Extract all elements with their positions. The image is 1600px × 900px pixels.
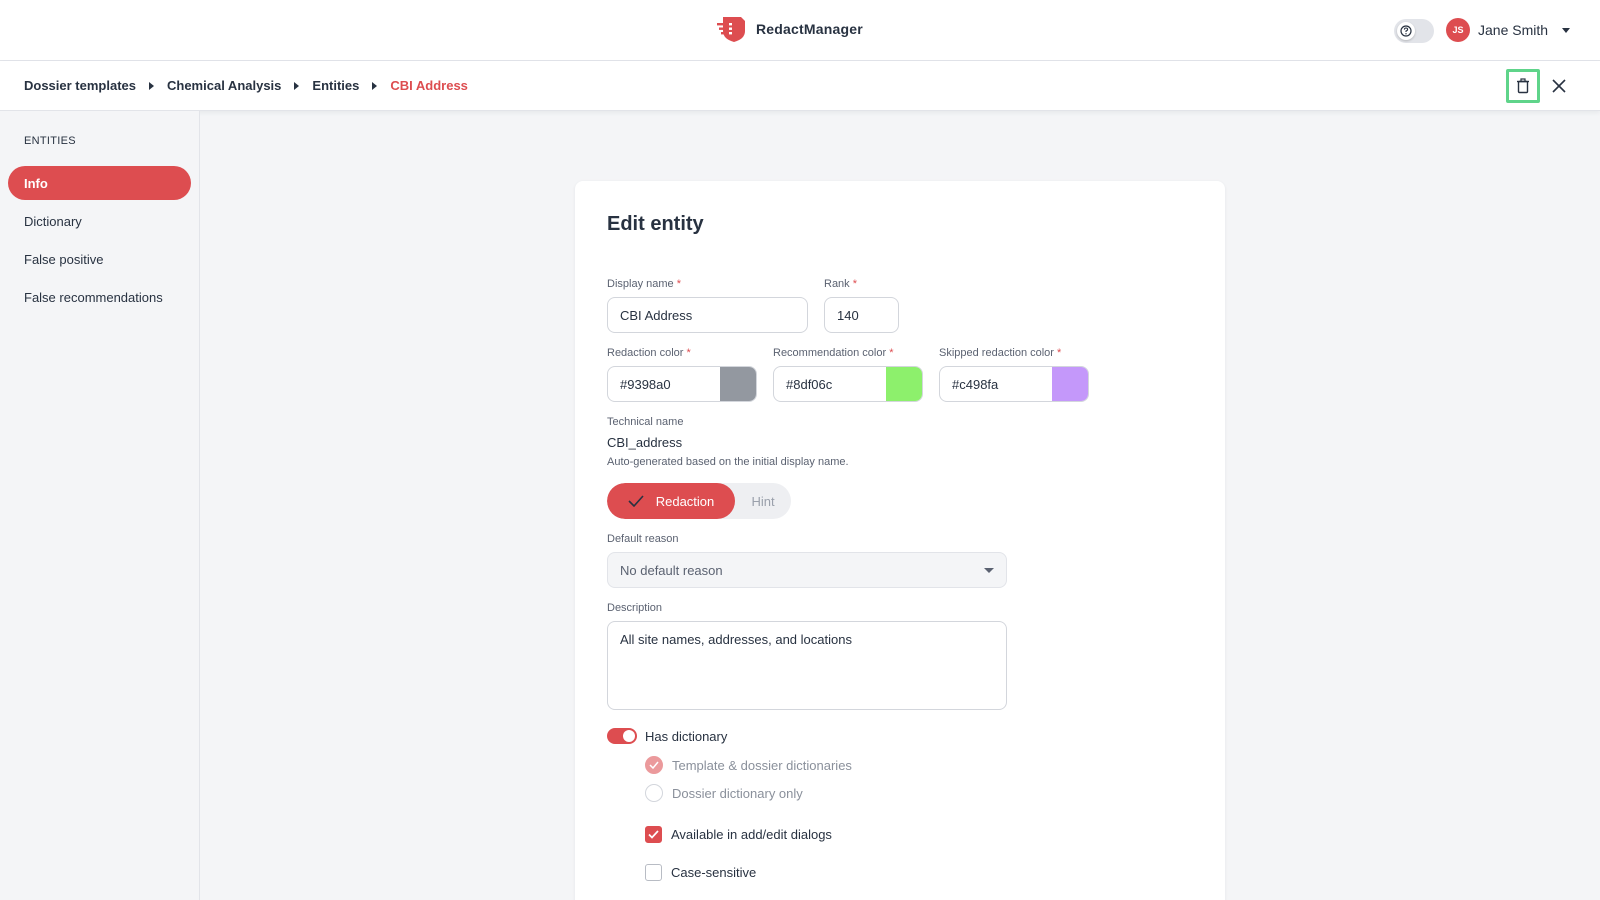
redact-logo-icon: [717, 17, 745, 42]
breadcrumb-current: CBI Address: [390, 78, 468, 93]
edit-entity-card: Edit entity Display name * CBI Address R…: [575, 181, 1225, 900]
sidebar-item-false-positive[interactable]: False positive: [8, 242, 191, 276]
sidebar-title: ENTITIES: [24, 135, 76, 147]
caret-right-icon: [149, 81, 154, 90]
recommendation-color-input[interactable]: #8df06c: [773, 366, 923, 402]
delete-entity-button[interactable]: [1506, 69, 1540, 103]
page-title: Edit entity: [607, 213, 704, 235]
redaction-color-swatch[interactable]: [720, 367, 756, 401]
rank-input[interactable]: 140: [824, 297, 899, 333]
description-field: Description All site names, addresses, a…: [607, 602, 1007, 710]
available-in-dialogs-checkbox[interactable]: [645, 826, 662, 843]
technical-name-label: Technical name: [607, 416, 684, 428]
sidebar-item-dictionary[interactable]: Dictionary: [8, 204, 191, 238]
description-textarea[interactable]: All site names, addresses, and locations: [607, 621, 1007, 710]
sidebar-item-false-recommendations[interactable]: False recommendations: [8, 280, 191, 314]
redaction-color-input[interactable]: #9398a0: [607, 366, 757, 402]
case-sensitive-checkbox[interactable]: [645, 864, 662, 881]
scope-template-dossier-row: Template & dossier dictionaries: [645, 756, 852, 774]
has-dictionary-label: Has dictionary: [645, 728, 728, 744]
rank-field: Rank * 140: [824, 278, 899, 333]
check-icon: [628, 495, 644, 507]
redaction-option[interactable]: Redaction: [607, 483, 735, 519]
description-label: Description: [607, 602, 663, 614]
display-name-input[interactable]: CBI Address: [607, 297, 808, 333]
display-name-label: Display name: [607, 278, 674, 290]
available-in-dialogs-row: Available in add/edit dialogs: [645, 826, 832, 843]
default-reason-value: No default reason: [620, 562, 723, 578]
breadcrumb-entities[interactable]: Entities: [312, 78, 359, 93]
scope-template-dossier-radio[interactable]: [645, 756, 663, 774]
case-sensitive-row: Case-sensitive: [645, 864, 756, 881]
skipped-color-field: Skipped redaction color * #c498fa: [939, 347, 1089, 402]
recommendation-color-label: Recommendation color: [773, 347, 887, 359]
redaction-color-field: Redaction color * #9398a0: [607, 347, 757, 402]
required-marker: *: [852, 278, 858, 290]
caret-right-icon: [372, 81, 378, 90]
required-marker: *: [889, 347, 894, 359]
caret-right-icon: [294, 81, 300, 90]
chevron-down-icon: [984, 567, 994, 573]
chevron-down-icon: [1562, 27, 1571, 33]
rank-label: Rank: [824, 278, 850, 290]
default-reason-select[interactable]: No default reason: [607, 552, 1007, 588]
top-bar: RedactManager JS Jane Smith: [0, 0, 1600, 61]
help-mode-toggle[interactable]: [1394, 19, 1434, 43]
redaction-color-label: Redaction color: [607, 347, 684, 359]
close-button[interactable]: [1542, 69, 1576, 103]
required-marker: *: [676, 278, 681, 290]
skipped-color-input[interactable]: #c498fa: [939, 366, 1089, 402]
required-marker: *: [686, 347, 691, 359]
case-sensitive-label: Case-sensitive: [671, 865, 757, 880]
close-icon: [1552, 79, 1566, 93]
app-logo[interactable]: RedactManager: [717, 15, 863, 43]
required-marker: *: [1057, 347, 1062, 359]
redaction-color-value[interactable]: #9398a0: [608, 367, 720, 401]
avatar: JS: [1446, 18, 1470, 42]
skipped-color-label: Skipped redaction color: [939, 347, 1054, 359]
check-icon: [648, 830, 659, 839]
display-name-field: Display name * CBI Address: [607, 278, 808, 333]
help-icon: [1397, 22, 1415, 40]
scope-dossier-only-row: Dossier dictionary only: [645, 784, 803, 802]
recommendation-color-field: Recommendation color * #8df06c: [773, 347, 923, 402]
hint-option[interactable]: Hint: [735, 483, 791, 519]
default-reason-field: Default reason No default reason: [607, 533, 1007, 588]
skipped-color-swatch[interactable]: [1052, 367, 1088, 401]
breadcrumb-chemical-analysis[interactable]: Chemical Analysis: [167, 78, 281, 93]
trash-icon: [1517, 78, 1529, 94]
skipped-color-value[interactable]: #c498fa: [940, 367, 1052, 401]
technical-name-field: Technical name CBI_address Auto-generate…: [607, 416, 849, 468]
user-name: Jane Smith: [1478, 22, 1549, 38]
scope-dossier-only-label: Dossier dictionary only: [672, 785, 803, 801]
has-dictionary-toggle[interactable]: [607, 728, 637, 744]
technical-name-value: CBI_address: [607, 435, 683, 450]
entity-type-toggle: Redaction Hint: [607, 483, 791, 519]
available-in-dialogs-label: Available in add/edit dialogs: [671, 827, 832, 842]
recommendation-color-value[interactable]: #8df06c: [774, 367, 886, 401]
scope-dossier-only-radio[interactable]: [645, 784, 663, 802]
breadcrumb: Dossier templates Chemical Analysis Enti…: [24, 78, 468, 93]
has-dictionary-row: Has dictionary: [607, 728, 727, 744]
check-icon: [649, 761, 659, 769]
sidebar: ENTITIES Info Dictionary False positive …: [0, 111, 200, 900]
app-name: RedactManager: [756, 21, 863, 37]
recommendation-color-swatch[interactable]: [886, 367, 922, 401]
default-reason-label: Default reason: [607, 533, 679, 545]
breadcrumb-bar: Dossier templates Chemical Analysis Enti…: [0, 61, 1600, 111]
user-menu[interactable]: JS Jane Smith: [1446, 18, 1571, 42]
scope-template-dossier-label: Template & dossier dictionaries: [672, 757, 852, 773]
sidebar-item-info[interactable]: Info: [8, 166, 191, 200]
breadcrumb-dossier-templates[interactable]: Dossier templates: [24, 78, 136, 93]
redaction-option-label: Redaction: [655, 493, 715, 509]
technical-name-hint: Auto-generated based on the initial disp…: [607, 456, 849, 468]
